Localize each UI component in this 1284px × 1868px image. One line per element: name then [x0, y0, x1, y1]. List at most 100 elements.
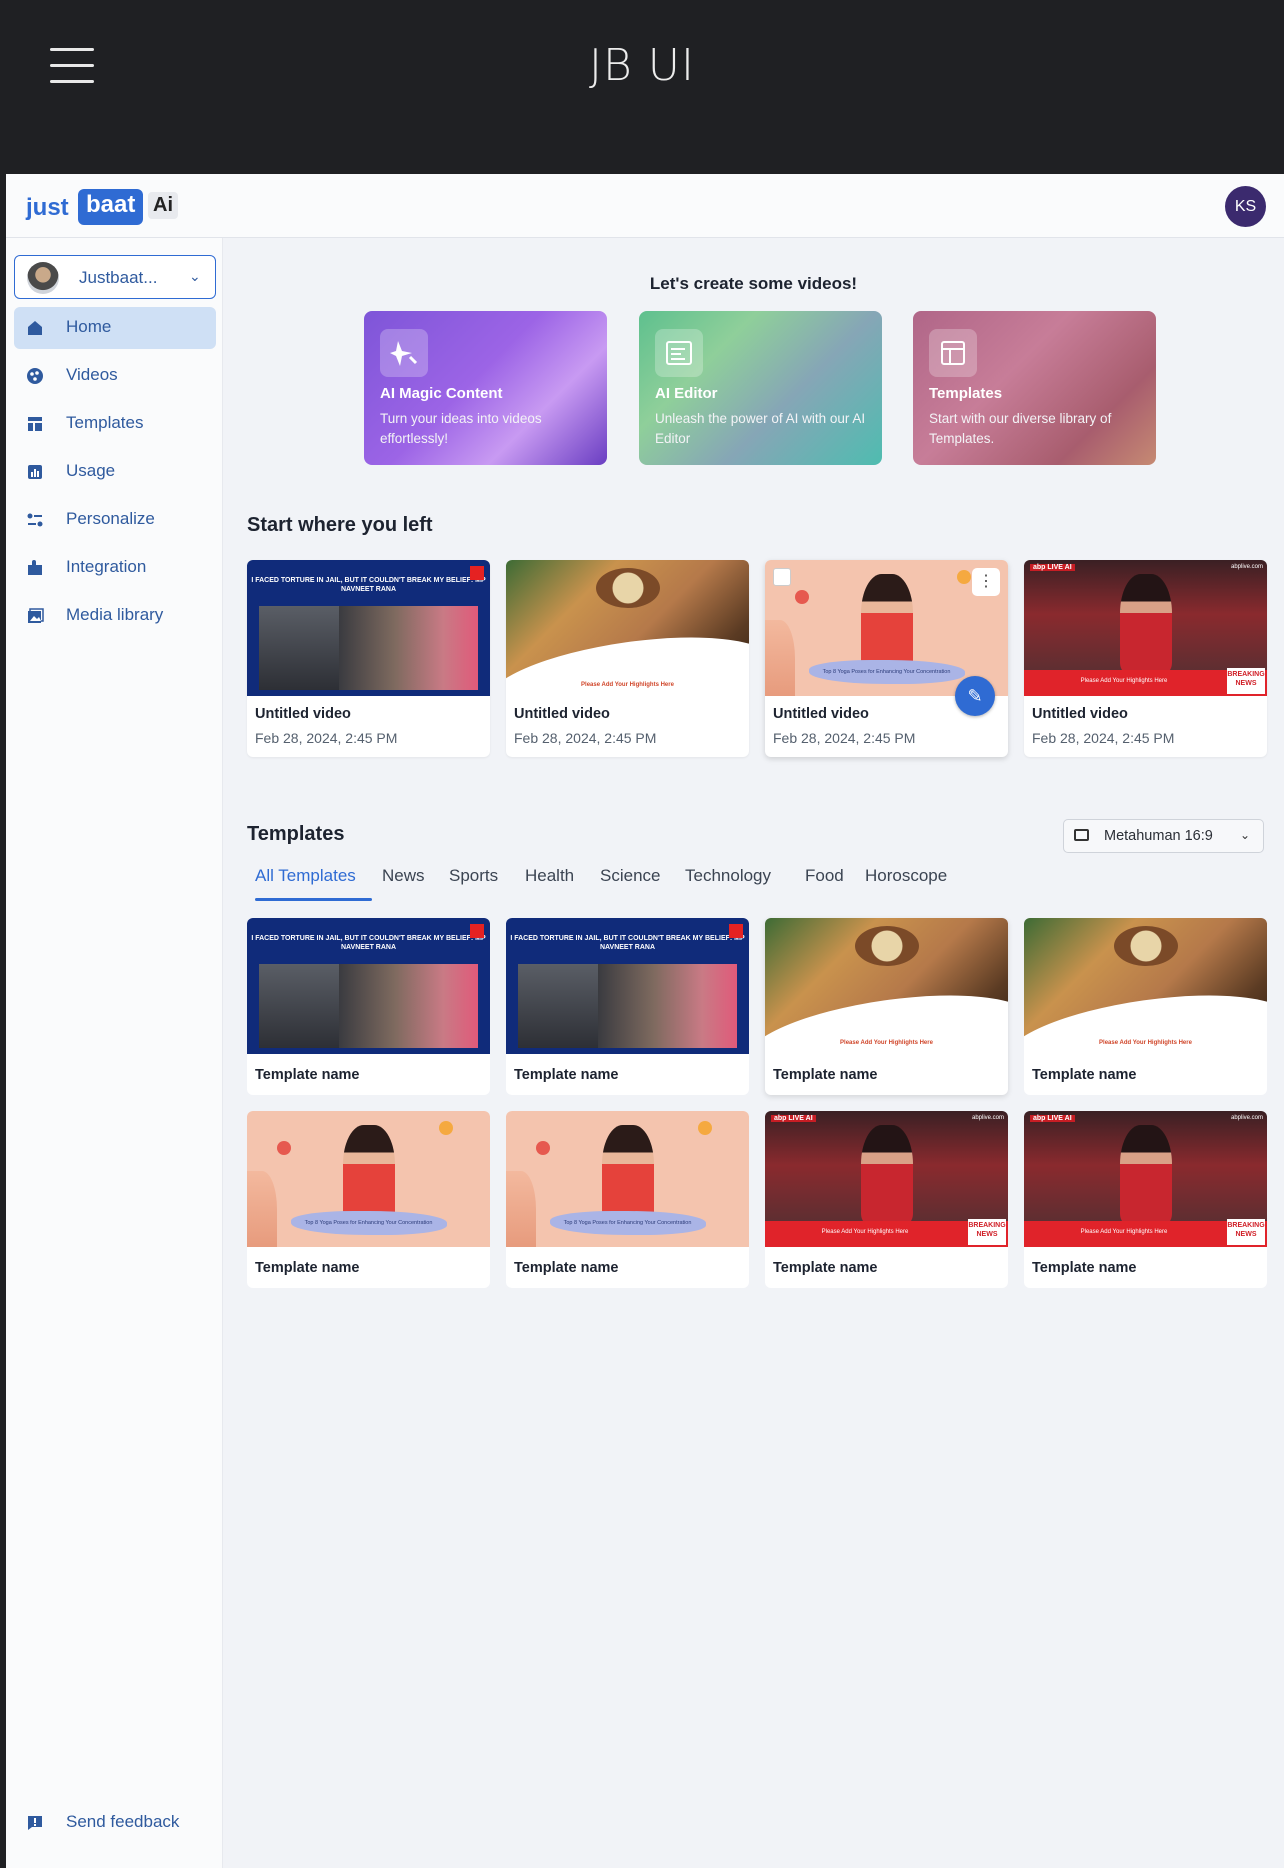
video-date: Feb 28, 2024, 2:45 PM — [773, 730, 916, 746]
sidebar-item-label: Usage — [66, 461, 116, 480]
sidebar-item-media-library[interactable]: Media library — [14, 595, 216, 637]
aspect-select-value: Metahuman 16:9 — [1104, 828, 1213, 844]
thumb-caption: Please Add Your Highlights Here — [1099, 1040, 1192, 1046]
ai-magic-content-card[interactable]: AI Magic Content Turn your ideas into vi… — [364, 311, 607, 465]
sidebar-item-home[interactable]: Home — [14, 307, 216, 349]
user-avatar[interactable]: KS — [1225, 186, 1266, 227]
thumb-breaking-badge: BREAKING NEWS — [1227, 1219, 1265, 1245]
videos-icon — [27, 368, 43, 384]
video-title: Untitled video — [514, 706, 610, 722]
tab-horoscope[interactable]: Horoscope — [865, 866, 947, 886]
thumb-dot — [698, 1121, 712, 1135]
thumb-presenter — [861, 574, 913, 672]
edit-pencil-icon[interactable]: ✎ — [955, 676, 995, 716]
sidebar-item-usage[interactable]: Usage — [14, 451, 216, 493]
thumb-presenter — [1120, 1125, 1172, 1223]
thumb-dot — [439, 1121, 453, 1135]
thumb-presenter — [343, 1125, 395, 1223]
account-name: Justbaat... — [79, 268, 158, 287]
video-card[interactable]: Please Add Your Highlights Here Untitled… — [506, 560, 749, 757]
tab-sports[interactable]: Sports — [449, 866, 498, 886]
sidebar-item-integration[interactable]: Integration — [14, 547, 216, 589]
tab-science[interactable]: Science — [600, 866, 660, 886]
template-card[interactable]: Please Add Your Highlights Here Template… — [765, 918, 1008, 1095]
sidebar-item-personalize[interactable]: Personalize — [14, 499, 216, 541]
logo-just: just — [26, 194, 69, 221]
template-card[interactable]: I FACED TORTURE IN JAIL, BUT IT COULDN'T… — [506, 918, 749, 1095]
video-card[interactable]: I FACED TORTURE IN JAIL, BUT IT COULDN'T… — [247, 560, 490, 757]
thumb-image-right — [339, 964, 478, 1048]
thumb-presenter — [602, 1125, 654, 1223]
video-thumbnail: Please Add Your Highlights Here — [506, 560, 749, 696]
video-thumbnail: abp LIVE AI abplive.com Please Add Your … — [1024, 560, 1267, 696]
template-card[interactable]: Please Add Your Highlights Here Template… — [1024, 918, 1267, 1095]
app: just baat Ai KS Justbaat... ⌄ Home Video… — [6, 174, 1284, 1868]
tab-health[interactable]: Health — [525, 866, 574, 886]
select-checkbox[interactable] — [773, 568, 791, 586]
tab-food[interactable]: Food — [805, 866, 844, 886]
template-thumbnail: Top 8 Yoga Poses for Enhancing Your Conc… — [506, 1111, 749, 1247]
video-title: Untitled video — [255, 706, 351, 722]
sidebar-item-label: Personalize — [66, 509, 155, 528]
sidebar-item-videos[interactable]: Videos — [14, 355, 216, 397]
thumb-headline: I FACED TORTURE IN JAIL, BUT IT COULDN'T… — [251, 935, 486, 951]
tab-all-templates[interactable]: All Templates — [255, 866, 356, 886]
template-name: Template name — [773, 1067, 878, 1083]
card-title: Templates — [929, 385, 1003, 402]
template-name: Template name — [1032, 1067, 1137, 1083]
templates-section-title: Templates — [247, 823, 345, 845]
template-card[interactable]: Top 8 Yoga Poses for Enhancing Your Conc… — [247, 1111, 490, 1288]
thumb-site: abplive.com — [1230, 1115, 1263, 1121]
templates-card[interactable]: Templates Start with our diverse library… — [913, 311, 1156, 465]
thumb-leaf — [506, 1171, 536, 1247]
aspect-ratio-select[interactable]: Metahuman 16:9 ⌄ — [1063, 819, 1264, 853]
thumb-breaking-badge: BREAKING NEWS — [1227, 668, 1265, 694]
media-library-icon — [28, 608, 44, 623]
template-card[interactable]: abp LIVE AI abplive.com Please Add Your … — [1024, 1111, 1267, 1288]
template-card[interactable]: Top 8 Yoga Poses for Enhancing Your Conc… — [506, 1111, 749, 1288]
send-feedback-button[interactable]: Send feedback — [14, 1802, 216, 1844]
feedback-icon — [28, 1816, 42, 1830]
thumb-bowl — [596, 568, 660, 608]
video-date: Feb 28, 2024, 2:45 PM — [514, 730, 657, 746]
tab-technology[interactable]: Technology — [685, 866, 771, 886]
video-card[interactable]: abp LIVE AI abplive.com Please Add Your … — [1024, 560, 1267, 757]
more-options-icon[interactable]: ⋮ — [972, 568, 1000, 596]
template-card[interactable]: I FACED TORTURE IN JAIL, BUT IT COULDN'T… — [247, 918, 490, 1095]
account-avatar — [27, 262, 59, 294]
template-name: Template name — [255, 1067, 360, 1083]
sidebar-item-label: Integration — [66, 557, 147, 576]
thumb-caption: Please Add Your Highlights Here — [581, 682, 674, 688]
template-name: Template name — [514, 1260, 619, 1276]
logo-baat: baat — [78, 189, 144, 225]
template-thumbnail: I FACED TORTURE IN JAIL, BUT IT COULDN'T… — [506, 918, 749, 1054]
card-description: Start with our diverse library of Templa… — [929, 411, 1112, 446]
card-description: Turn your ideas into videos effortlessly… — [380, 411, 542, 446]
recent-section-title: Start where you left — [247, 514, 433, 536]
thumb-presenter — [861, 1125, 913, 1223]
card-title: AI Magic Content — [380, 385, 503, 402]
monitor-icon — [1074, 829, 1089, 841]
thumb-caption: Please Add Your Highlights Here — [840, 1040, 933, 1046]
usage-icon — [28, 465, 42, 479]
template-card[interactable]: abp LIVE AI abplive.com Please Add Your … — [765, 1111, 1008, 1288]
sidebar-item-templates[interactable]: Templates — [14, 403, 216, 445]
thumb-dot — [536, 1141, 550, 1155]
channel-logo — [470, 566, 484, 580]
account-switcher[interactable]: Justbaat... ⌄ — [14, 255, 216, 299]
thumb-caption: Please Add Your Highlights Here — [821, 1229, 909, 1235]
channel-logo — [470, 924, 484, 938]
tab-news[interactable]: News — [382, 866, 425, 886]
video-card-hovered[interactable]: Top 8 Yoga Poses for Enhancing Your Conc… — [765, 560, 1008, 757]
ai-editor-card[interactable]: AI Editor Unleash the power of AI with o… — [639, 311, 882, 465]
sidebar-item-label: Home — [66, 317, 112, 336]
card-title: AI Editor — [655, 385, 718, 402]
template-thumbnail: abp LIVE AI abplive.com Please Add Your … — [1024, 1111, 1267, 1247]
sidebar-item-label: Templates — [66, 413, 144, 432]
sidebar-item-label: Media library — [66, 605, 164, 624]
sidebar-item-label: Videos — [66, 365, 118, 384]
thumb-brand: abp LIVE AI — [1030, 564, 1075, 571]
video-thumbnail: I FACED TORTURE IN JAIL, BUT IT COULDN'T… — [247, 560, 490, 696]
thumb-dot — [277, 1141, 291, 1155]
thumb-headline: I FACED TORTURE IN JAIL, BUT IT COULDN'T… — [251, 577, 486, 593]
